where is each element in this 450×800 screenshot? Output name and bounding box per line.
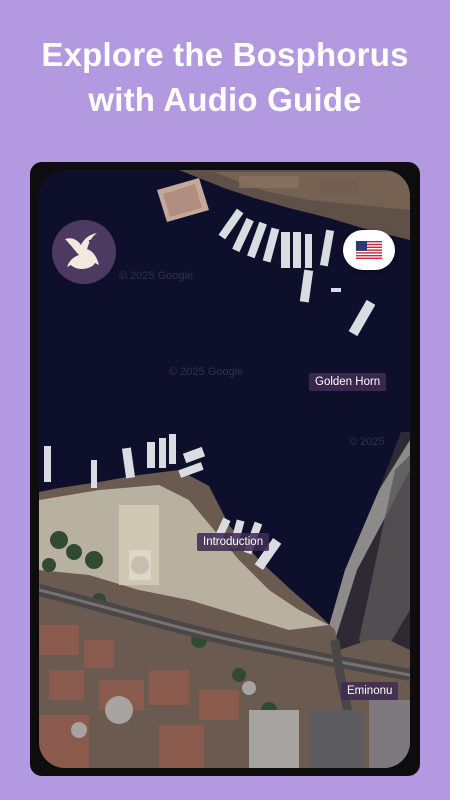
map-screen[interactable]: © 2025 Google © 2025 Google © 2025 Golde… (39, 170, 410, 768)
map-attribution-3: © 2025 (349, 436, 385, 448)
language-selector-button[interactable] (343, 230, 395, 270)
map-attribution-1: © 2025 Google (169, 366, 244, 378)
map-attribution-2: © 2025 Google (119, 270, 194, 282)
poi-eminonu[interactable]: Eminonu (341, 682, 399, 700)
headline-line-1: Explore the Bosphorus (41, 36, 409, 73)
us-flag-icon (356, 241, 382, 259)
seagull-logo-icon (65, 233, 99, 269)
poi-golden-horn[interactable]: Golden Horn (309, 373, 387, 391)
headline-line-2: with Audio Guide (88, 81, 362, 118)
headline: Explore the Bosphorus with Audio Guide (0, 32, 450, 122)
app-logo-button[interactable] (52, 220, 116, 284)
tablet-frame: © 2025 Google © 2025 Google © 2025 Golde… (30, 162, 420, 776)
poi-introduction[interactable]: Introduction (197, 533, 270, 551)
